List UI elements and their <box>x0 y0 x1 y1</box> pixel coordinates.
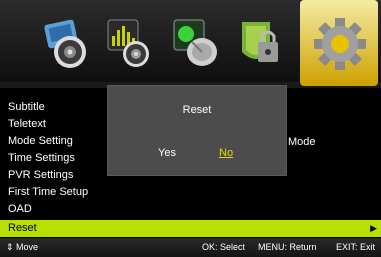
tab-sound[interactable] <box>102 12 158 74</box>
menu-item-reset-label: Reset <box>8 222 37 234</box>
menu-hint: MENU: Return <box>258 242 317 252</box>
menu-item-reset[interactable]: Reset ▶ <box>0 220 381 237</box>
submenu-arrow-icon: ▶ <box>370 223 377 233</box>
menu-item-time-settings[interactable]: Time Settings <box>8 150 75 167</box>
hint-bar: ⇕ Move OK: Select MENU: Return EXIT: Exi… <box>0 238 381 257</box>
dialog-title: Reset <box>182 104 212 116</box>
ok-hint: OK: Select <box>202 242 246 252</box>
category-tab-bar <box>0 0 381 88</box>
sound-equalizer-icon <box>107 19 149 67</box>
menu-item-first-time-setup[interactable]: First Time Setup <box>8 184 88 201</box>
tab-channel[interactable] <box>168 12 224 74</box>
gear-icon <box>314 18 366 70</box>
tab-picture[interactable] <box>38 12 94 74</box>
picture-speaker-icon <box>44 19 86 68</box>
menu-item-mode-setting[interactable]: Mode Setting <box>8 133 73 150</box>
mode-value-label: Mode <box>288 136 316 148</box>
lock-icon <box>242 22 278 62</box>
exit-hint: EXIT: Exit <box>336 242 376 252</box>
tab-setup[interactable] <box>300 0 378 86</box>
reset-confirm-dialog: Reset Yes No <box>107 85 287 176</box>
menu-item-oad[interactable]: OAD <box>8 201 32 218</box>
satellite-dish-icon <box>173 19 217 66</box>
menu-item-subtitle[interactable]: Subtitle <box>8 99 45 116</box>
move-hint: ⇕ Move <box>6 242 39 252</box>
yes-button[interactable]: Yes <box>158 147 176 159</box>
menu-item-teletext[interactable]: Teletext <box>8 116 46 133</box>
no-button[interactable]: No <box>219 147 233 159</box>
tab-lock[interactable] <box>232 12 288 74</box>
menu-item-pvr-settings[interactable]: PVR Settings <box>8 167 73 184</box>
